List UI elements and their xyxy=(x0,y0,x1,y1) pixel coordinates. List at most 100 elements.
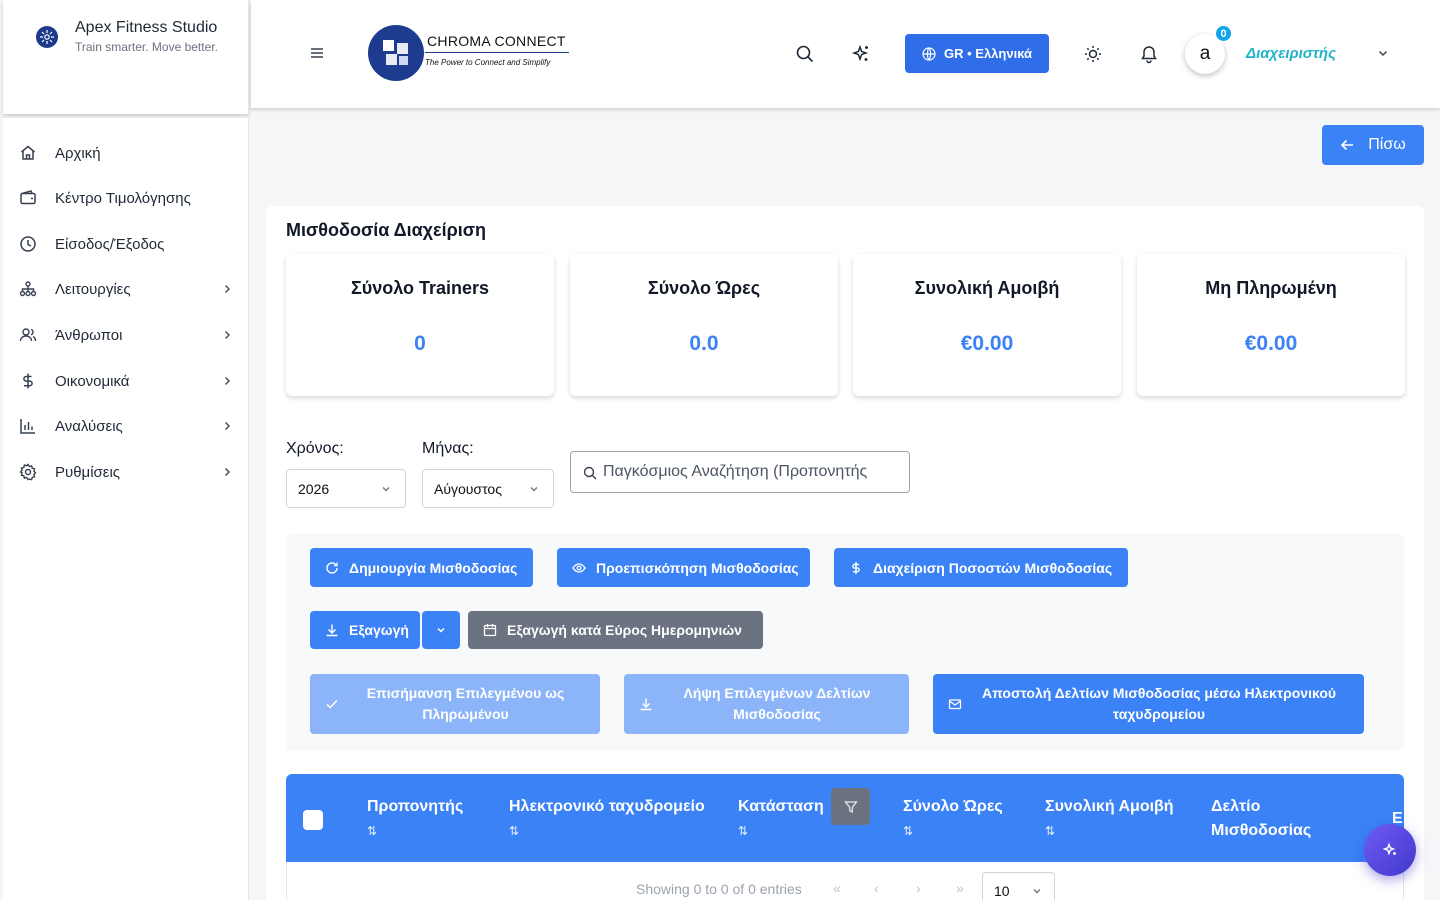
hamburger-menu-icon[interactable] xyxy=(309,45,325,61)
stat-label: Μη Πληρωμένη xyxy=(1205,278,1337,298)
column-status[interactable]: Κατάσταση ⇅ xyxy=(738,795,824,843)
arrow-left-icon xyxy=(1340,138,1354,152)
wallet-icon xyxy=(19,189,37,207)
next-page-button[interactable]: › xyxy=(916,880,921,896)
button-label: Αποστολή Δελτίων Μισθοδοσίας μέσω Ηλεκτρ… xyxy=(981,685,1337,722)
globe-icon xyxy=(922,46,936,61)
sort-icon[interactable]: ⇅ xyxy=(738,824,748,838)
sidebar-item-label: Είσοδος/Έξοδος xyxy=(55,235,165,253)
sidebar-item-label: Οικονομικά xyxy=(55,372,130,390)
search-icon[interactable] xyxy=(795,44,815,64)
export-dropdown-button[interactable] xyxy=(422,611,460,649)
button-label: Προεπισκόπηση Μισθοδοσίας xyxy=(596,559,799,576)
sort-icon[interactable]: ⇅ xyxy=(1045,824,1055,838)
year-select[interactable]: 2026 xyxy=(286,469,406,508)
stat-card-total-trainers: Σύνολο Trainers 0 xyxy=(286,254,554,396)
button-label: Επισήμανση Επιλεγμένου ως Πληρωμένου xyxy=(366,685,565,722)
preview-payroll-button[interactable]: Προεπισκόπηση Μισθοδοσίας xyxy=(557,548,810,587)
email-slips-button[interactable]: Αποστολή Δελτίων Μισθοδοσίας μέσω Ηλεκτρ… xyxy=(933,674,1364,734)
first-page-button[interactable]: « xyxy=(833,880,841,896)
chevron-right-icon xyxy=(221,420,233,432)
column-trainer[interactable]: Προπονητής ⇅ xyxy=(367,795,463,843)
button-label: Εξαγωγή κατά Εύρος Ημερομηνιών xyxy=(507,622,742,638)
sidebar-brand: Apex Fitness Studio Train smarter. Move … xyxy=(3,0,249,114)
sun-theme-icon[interactable] xyxy=(1083,44,1103,64)
stat-value: €0.00 xyxy=(960,332,1014,355)
column-payslip[interactable]: Δελτίο Μισθοδοσίας xyxy=(1211,795,1331,843)
chevron-down-icon[interactable] xyxy=(1377,47,1389,59)
stat-card-unpaid: Μη Πληρωμένη €0.00 xyxy=(1137,254,1405,396)
status-filter-button[interactable] xyxy=(831,788,870,825)
language-selector-button[interactable]: GR • Ελληνικά xyxy=(905,34,1049,73)
sidebar-item-settings[interactable]: Ρυθμίσεις xyxy=(3,452,249,492)
stat-value: 0.0 xyxy=(689,332,719,355)
sitemap-icon xyxy=(19,280,37,298)
sparkles-icon[interactable] xyxy=(851,44,871,64)
stat-card-total-hours: Σύνολο Ώρες 0.0 xyxy=(570,254,838,396)
brand-name: Apex Fitness Studio xyxy=(75,19,218,36)
global-search[interactable] xyxy=(570,451,910,493)
chroma-connect-logo-icon[interactable] xyxy=(368,25,424,81)
logo-divider xyxy=(425,52,569,53)
mark-paid-button[interactable]: Επισήμανση Επιλεγμένου ως Πληρωμένου xyxy=(310,674,600,734)
month-label: Μήνας: xyxy=(422,440,474,457)
download-icon xyxy=(639,697,653,711)
select-all-checkbox[interactable] xyxy=(303,810,323,830)
sidebar-item-label: Αναλύσεις xyxy=(55,417,123,435)
export-date-range-button[interactable]: Εξαγωγή κατά Εύρος Ημερομηνιών xyxy=(468,611,763,649)
sidebar-item-billing[interactable]: Κέντρο Τιμολόγησης xyxy=(3,178,249,218)
search-input[interactable] xyxy=(603,460,893,484)
chevron-right-icon xyxy=(221,283,233,295)
download-icon xyxy=(325,623,339,637)
sidebar-item-finance[interactable]: Οικονομικά xyxy=(3,361,249,401)
button-label: Διαχείριση Ποσοστών Μισθοδοσίας xyxy=(873,559,1113,576)
user-name[interactable]: Διαχειριστής xyxy=(1246,45,1336,62)
column-total-hours[interactable]: Σύνολο Ώρες ⇅ xyxy=(903,795,1003,843)
year-label: Χρόνος: xyxy=(286,440,344,457)
calendar-icon xyxy=(483,623,497,637)
sort-icon[interactable]: ⇅ xyxy=(367,824,377,838)
sidebar-item-checkin[interactable]: Είσοδος/Έξοδος xyxy=(3,224,249,264)
home-icon xyxy=(19,144,37,162)
month-select[interactable]: Αύγουστος xyxy=(422,469,554,508)
chevron-right-icon xyxy=(221,375,233,387)
bell-notification-icon[interactable] xyxy=(1139,44,1159,64)
sort-icon[interactable]: ⇅ xyxy=(903,824,913,838)
back-label: Πίσω xyxy=(1368,136,1406,153)
button-label: Δημιουργία Μισθοδοσίας xyxy=(349,559,518,576)
create-payroll-button[interactable]: Δημιουργία Μισθοδοσίας xyxy=(310,548,533,587)
page-size-select[interactable]: 10 xyxy=(982,872,1055,900)
manage-rates-button[interactable]: Διαχείριση Ποσοστών Μισθοδοσίας xyxy=(834,548,1128,587)
sidebar-item-analytics[interactable]: Αναλύσεις xyxy=(3,406,249,446)
sidebar-item-label: Αρχική xyxy=(55,144,101,162)
page-size-value: 10 xyxy=(994,883,1010,899)
column-email[interactable]: Ηλεκτρονικό ταχυδρομείο ⇅ xyxy=(509,795,709,843)
ai-assistant-button[interactable] xyxy=(1364,824,1416,876)
page-title: Μισθοδοσία Διαχείριση xyxy=(286,220,487,240)
back-button[interactable]: Πίσω xyxy=(1322,125,1424,165)
sidebar-item-home[interactable]: Αρχική xyxy=(3,133,249,173)
last-page-button[interactable]: » xyxy=(956,880,964,896)
sparkles-icon xyxy=(1382,842,1398,858)
sidebar-item-operations[interactable]: Λειτουργίες xyxy=(3,269,249,309)
column-total-pay[interactable]: Συνολική Αμοιβή ⇅ xyxy=(1045,795,1174,843)
sidebar-item-people[interactable]: Άνθρωποι xyxy=(3,315,249,355)
sort-icon[interactable]: ⇅ xyxy=(509,824,519,838)
stat-value: 0 xyxy=(414,332,426,355)
export-button[interactable]: Εξαγωγή xyxy=(310,611,420,649)
brand-tagline: Train smarter. Move better. xyxy=(75,40,218,54)
year-value: 2026 xyxy=(298,480,330,497)
users-icon xyxy=(19,326,37,344)
sidebar-nav: Αρχική Κέντρο Τιμολόγησης Είσοδος/Έξοδος… xyxy=(3,118,249,900)
check-icon xyxy=(325,697,339,711)
logo-name: CHROMA CONNECT xyxy=(427,33,566,49)
download-slips-button[interactable]: Λήψη Επιλεγμένων Δελτίων Μισθοδοσίας xyxy=(624,674,909,734)
brand-logo-icon[interactable] xyxy=(36,26,58,48)
previous-page-button[interactable]: ‹ xyxy=(874,880,879,896)
filter-icon xyxy=(843,800,858,814)
button-label: Εξαγωγή xyxy=(349,622,409,638)
gear-icon xyxy=(19,463,37,481)
envelope-icon xyxy=(948,697,962,711)
sidebar-item-label: Λειτουργίες xyxy=(55,280,131,298)
month-value: Αύγουστος xyxy=(434,480,502,497)
